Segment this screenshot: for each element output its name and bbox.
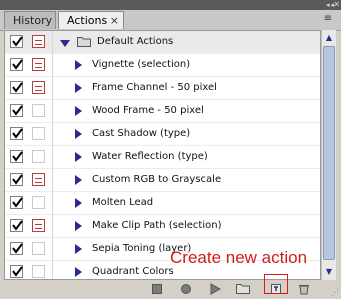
toggle-item-checkbox[interactable] [10, 58, 23, 71]
toggle-item-checkbox[interactable] [10, 127, 23, 140]
toggle-item-checkbox[interactable] [10, 35, 23, 48]
action-label: Quadrant Colors [92, 266, 174, 277]
toggle-dialog-icon[interactable] [32, 58, 45, 71]
expand-triangle-icon[interactable] [75, 244, 82, 254]
action-row[interactable]: Cast Shadow (type) [5, 123, 320, 146]
toggle-item-checkbox[interactable] [10, 265, 23, 278]
tab-actions[interactable]: Actions × [58, 11, 124, 29]
tab-close-icon[interactable]: × [110, 12, 119, 30]
bottom-toolbar: ⋰ [0, 280, 341, 299]
annotation-callout: Create new action [170, 248, 308, 267]
action-label: Vignette (selection) [92, 59, 191, 70]
toggle-item-checkbox[interactable] [10, 173, 23, 186]
expand-triangle-icon[interactable] [75, 129, 82, 139]
toggle-dialog-icon[interactable] [32, 242, 45, 255]
action-row[interactable]: Molten Lead [5, 192, 320, 215]
expand-triangle-icon[interactable] [75, 175, 82, 185]
action-row[interactable]: Custom RGB to Grayscale [5, 169, 320, 192]
expand-triangle-icon[interactable] [75, 60, 82, 70]
expand-triangle-icon[interactable] [75, 83, 82, 93]
action-label: Frame Channel - 50 pixel [92, 82, 217, 93]
column-divider [52, 100, 53, 123]
column-divider [52, 215, 53, 238]
action-label: Wood Frame - 50 pixel [92, 105, 204, 116]
action-set-label: Default Actions [97, 36, 174, 47]
action-row[interactable]: Water Reflection (type) [5, 146, 320, 169]
play-icon[interactable] [208, 283, 222, 295]
action-row[interactable]: Frame Channel - 50 pixel [5, 77, 320, 100]
column-divider [52, 31, 53, 54]
record-icon[interactable] [179, 283, 193, 295]
toggle-item-checkbox[interactable] [10, 219, 23, 232]
action-row[interactable]: Make Clip Path (selection) [5, 215, 320, 238]
action-label: Make Clip Path (selection) [92, 220, 222, 231]
toggle-dialog-icon[interactable] [32, 196, 45, 209]
toggle-item-checkbox[interactable] [10, 104, 23, 117]
toggle-dialog-icon[interactable] [32, 173, 45, 186]
actions-list: Default Actions Vignette (selection) Fram… [4, 30, 321, 280]
expand-triangle-icon[interactable] [75, 267, 82, 277]
toggle-item-checkbox[interactable] [10, 150, 23, 163]
action-label: Molten Lead [92, 197, 154, 208]
column-divider [52, 192, 53, 215]
toggle-dialog-icon[interactable] [32, 127, 45, 140]
expand-triangle-icon[interactable] [60, 40, 70, 47]
column-divider [52, 54, 53, 77]
folder-icon [77, 37, 91, 47]
action-label: Custom RGB to Grayscale [92, 174, 222, 185]
new-set-icon[interactable] [236, 283, 250, 295]
action-label: Cast Shadow (type) [92, 128, 191, 139]
scroll-up-icon[interactable]: ▲ [323, 32, 335, 44]
toggle-item-checkbox[interactable] [10, 242, 23, 255]
toggle-item-checkbox[interactable] [10, 81, 23, 94]
expand-triangle-icon[interactable] [75, 221, 82, 231]
tab-history[interactable]: History [4, 11, 56, 29]
column-divider [52, 238, 53, 261]
actions-panel: ◂◂ ✕ History Actions × ≡ Default Actions … [0, 0, 341, 299]
expand-triangle-icon[interactable] [75, 198, 82, 208]
action-set-row[interactable]: Default Actions [5, 31, 320, 54]
scroll-down-icon[interactable]: ▼ [323, 266, 335, 278]
column-divider [52, 146, 53, 169]
column-divider [52, 169, 53, 192]
action-label: Water Reflection (type) [92, 151, 208, 162]
toggle-item-checkbox[interactable] [10, 196, 23, 209]
expand-triangle-icon[interactable] [75, 106, 82, 116]
panel-menu-icon[interactable]: ≡ [321, 13, 335, 27]
tab-history-label: History [13, 14, 53, 27]
panel-title-strip: ◂◂ ✕ [0, 0, 341, 10]
vertical-scrollbar[interactable]: ▲ ▼ [321, 30, 336, 280]
resize-grip-icon[interactable]: ⋰ [331, 288, 339, 297]
column-divider [52, 123, 53, 146]
toggle-dialog-icon[interactable] [32, 265, 45, 278]
toggle-dialog-icon[interactable] [32, 219, 45, 232]
column-divider [52, 261, 53, 279]
toggle-dialog-icon[interactable] [32, 150, 45, 163]
annotation-highlight-box [264, 274, 288, 294]
scroll-thumb[interactable] [323, 46, 335, 260]
toggle-dialog-icon[interactable] [32, 35, 45, 48]
tab-bar: History Actions × [0, 10, 341, 31]
action-row[interactable]: Wood Frame - 50 pixel [5, 100, 320, 123]
tab-actions-label: Actions [67, 14, 108, 27]
expand-triangle-icon[interactable] [75, 152, 82, 162]
column-divider [52, 77, 53, 100]
toggle-dialog-icon[interactable] [32, 81, 45, 94]
panel-close-icon[interactable]: ✕ [333, 0, 340, 9]
stop-icon[interactable] [150, 283, 164, 295]
delete-icon[interactable] [297, 283, 311, 295]
toggle-dialog-icon[interactable] [32, 104, 45, 117]
action-row[interactable]: Vignette (selection) [5, 54, 320, 77]
